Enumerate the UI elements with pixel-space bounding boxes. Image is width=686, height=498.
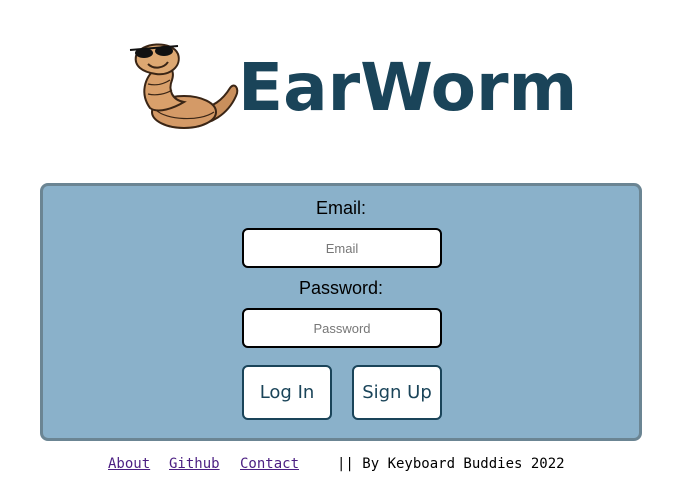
worm-with-sunglasses-icon bbox=[129, 43, 239, 129]
login-button[interactable]: Log In bbox=[242, 365, 332, 420]
footer-link-contact[interactable]: Contact bbox=[240, 456, 299, 472]
email-label: Email: bbox=[315, 198, 366, 218]
email-input[interactable] bbox=[242, 228, 442, 268]
footer-credit: || By Keyboard Buddies 2022 bbox=[337, 456, 565, 472]
header: EarWorm bbox=[0, 0, 686, 170]
signup-button[interactable]: Sign Up bbox=[352, 365, 442, 420]
brand-title: EarWorm bbox=[238, 49, 578, 126]
login-panel: Email: Password: Log In Sign Up bbox=[40, 183, 642, 441]
password-label: Password: bbox=[298, 278, 384, 298]
footer: About Github Contact || By Keyboard Budd… bbox=[0, 456, 686, 478]
password-input[interactable] bbox=[242, 308, 442, 348]
footer-link-github[interactable]: Github bbox=[169, 456, 220, 472]
footer-link-about[interactable]: About bbox=[108, 456, 150, 472]
